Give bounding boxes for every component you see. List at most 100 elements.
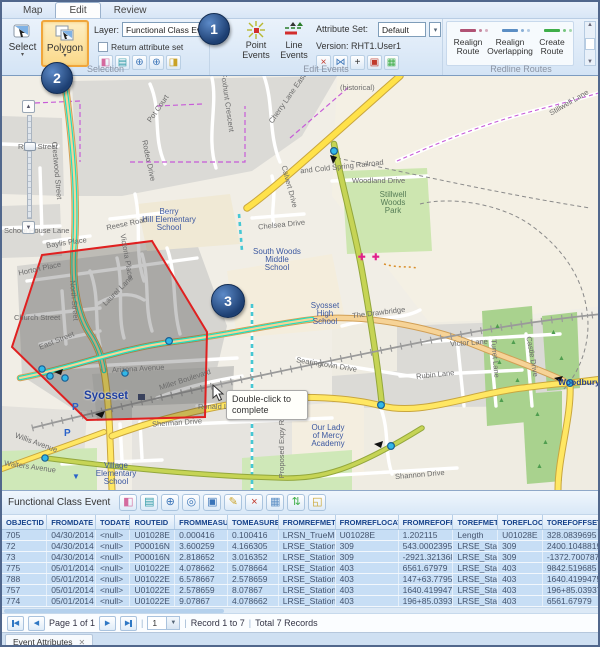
column-header-fromrefmethod[interactable]: FROMREFMETHOD [278,515,335,530]
attribute-set-combobox[interactable]: Default [378,22,426,37]
svg-text:▲: ▲ [558,355,565,362]
column-header-objectid[interactable]: OBJECTID [2,515,47,530]
edit-events-group: Point Events Line Events Attribute Set: … [210,19,443,75]
close-tab-icon[interactable]: ✕ [79,638,86,647]
realign-overlapping-icon [502,29,518,32]
redline-panel: Realign RouteRealign OverlappingCreate R… [446,21,574,66]
ribbon-tab-map[interactable]: Map [10,3,55,18]
first-page-button[interactable]: ◀ [7,616,24,631]
page-combo-arrow-icon[interactable]: ▼ [167,616,180,630]
svg-text:▲: ▲ [496,359,503,366]
table-row[interactable]: 7304/30/2014<null>P00016N2.8186523.01635… [2,552,600,563]
table-cell: 403 [498,585,543,596]
clear-selection-icon[interactable]: ◧ [119,494,137,511]
table-cell: 8.07867 [227,585,278,596]
table-cell: 1640.4199475 [398,585,453,596]
export-icon[interactable]: ◱ [308,494,326,511]
table-cell: -2921.3213681 [398,552,453,563]
column-header-fromdate[interactable]: FROMDATE [47,515,96,530]
prev-page-button[interactable]: ◀ [28,616,45,631]
event-table-panel: Functional Class Event ◧▤⊕◎▣✎×▦⇅◱ OBJECT… [2,490,600,647]
table-cell: 196+85.0393701 [542,585,600,596]
sketch-tooltip: Double-click to complete [226,390,308,420]
zoom-handle[interactable] [24,142,36,151]
pan-to-record-icon[interactable]: ◎ [182,494,200,511]
column-header-frommeasure[interactable]: FROMMEASURE [175,515,228,530]
column-header-torefoffset[interactable]: TOREFOFFSET [542,515,600,530]
zoom-track[interactable] [27,115,32,219]
table-cell: U01022E [130,563,175,574]
table-cell: 04/30/2014 [47,552,96,563]
sort-icon[interactable]: ⇅ [287,494,305,511]
table-cell: 9.07867 [175,596,228,607]
select-dropdown-carat[interactable]: ▾ [21,53,24,57]
table-cell: LRSE_Stations [278,574,335,585]
table-cell: <null> [95,530,130,541]
pager-separator: | [184,618,186,628]
point-events-button[interactable]: Point Events [238,20,274,60]
table-cell: 403 [498,574,543,585]
return-attribute-set-checkbox[interactable] [98,42,108,52]
select-tool-button[interactable]: Select ▾ [6,20,39,58]
edit-attributes-icon[interactable]: ✎ [224,494,242,511]
column-header-routeid[interactable]: ROUTEID [130,515,175,530]
scroll-up-icon[interactable]: ▲ [587,22,593,28]
table-cell: 6561.67979 [542,596,600,607]
callout-badge-1: 1 [198,13,230,45]
zoom-to-record-icon[interactable]: ⊕ [161,494,179,511]
table-cell: LRSE_Stations [453,552,498,563]
save-icon[interactable]: ▣ [203,494,221,511]
tab-event-attributes[interactable]: Event Attributes ✕ [5,634,93,647]
table-row[interactable]: 75705/01/2014<null>U01022E2.5786598.0786… [2,585,600,596]
table-cell: 309 [498,552,543,563]
map-zoom-slider[interactable]: ▲ ▼ [22,100,37,238]
table-cell: 6561.67979 [398,563,453,574]
column-header-toreflocation[interactable]: TOREFLOCATION [498,515,543,530]
table-row[interactable]: 70504/30/2014<null>U01028E0.0004160.1004… [2,530,600,541]
table-cell: 705 [2,530,47,541]
table-cell: 04/30/2014 [47,530,96,541]
table-row[interactable]: 78805/01/2014<null>U01022E6.5786672.5786… [2,574,600,585]
column-header-tomeasure[interactable]: TOMEASURE [227,515,278,530]
table-row[interactable]: 77505/01/2014<null>U01022E4.0786625.0786… [2,563,600,574]
table-cell: 196+85.0393701 [398,596,453,607]
table-cell: 403 [335,585,398,596]
realign-route-button[interactable]: Realign Route [447,22,489,65]
show-selected-icon[interactable]: ▤ [140,494,158,511]
polygon-tool-button[interactable]: Polygon ▾ [41,20,89,67]
table-row[interactable]: 7204/30/2014<null>P00016N3.6002594.16630… [2,541,600,552]
table-options-icon[interactable]: ▦ [266,494,284,511]
column-header-fromrefoffset[interactable]: FROMREFOFFSET [398,515,453,530]
column-header-torefmethod[interactable]: TOREFMETHOD [453,515,498,530]
create-route-button[interactable]: Create Route [531,22,573,65]
zoom-out-icon[interactable]: ▼ [22,221,35,234]
attribute-set-combo-arrow[interactable]: ▾ [429,22,441,37]
realign-route-icon [460,29,476,32]
polygon-dropdown-carat[interactable]: ▾ [63,54,66,58]
column-header-fromreflocation[interactable]: FROMREFLOCATION [335,515,398,530]
table-cell: 05/01/2014 [47,596,96,607]
line-events-button[interactable]: Line Events [276,20,312,60]
ribbon-tab-edit[interactable]: Edit [55,2,100,18]
table-cell: LRSE_Stations [453,585,498,596]
table-row[interactable]: 77405/01/2014<null>U01022E9.078674.07866… [2,596,600,607]
next-page-button[interactable]: ▶ [99,616,116,631]
table-cell: 5.078664 [227,563,278,574]
grid-horizontal-scrollbar[interactable] [2,607,600,613]
table-cell: U01022E [130,585,175,596]
redline-scrollbar[interactable]: ▲ ▼ [584,21,596,66]
table-cell: 543.0002395 [398,541,453,552]
column-header-todate[interactable]: TODATE [95,515,130,530]
delete-record-icon[interactable]: × [245,494,263,511]
svg-text:▲: ▲ [498,397,505,404]
table-cell: 2400.1048819 [542,541,600,552]
zoom-in-icon[interactable]: ▲ [22,100,35,113]
ribbon-tab-review[interactable]: Review [101,3,160,18]
realign-overlapping-button[interactable]: Realign Overlapping [489,22,531,65]
last-page-button[interactable]: ▶ [120,616,137,631]
map-canvas[interactable]: ▲▲▲ ▲▲▲ ▲▲▲ ▲ (historical)and Cold Sprin… [2,76,600,490]
page-number-combo[interactable]: 1 ▼ [147,616,180,630]
attribute-set-label: Attribute Set: [316,24,368,34]
scrollbar-thumb[interactable] [4,609,224,613]
scroll-thumb[interactable] [585,38,595,50]
